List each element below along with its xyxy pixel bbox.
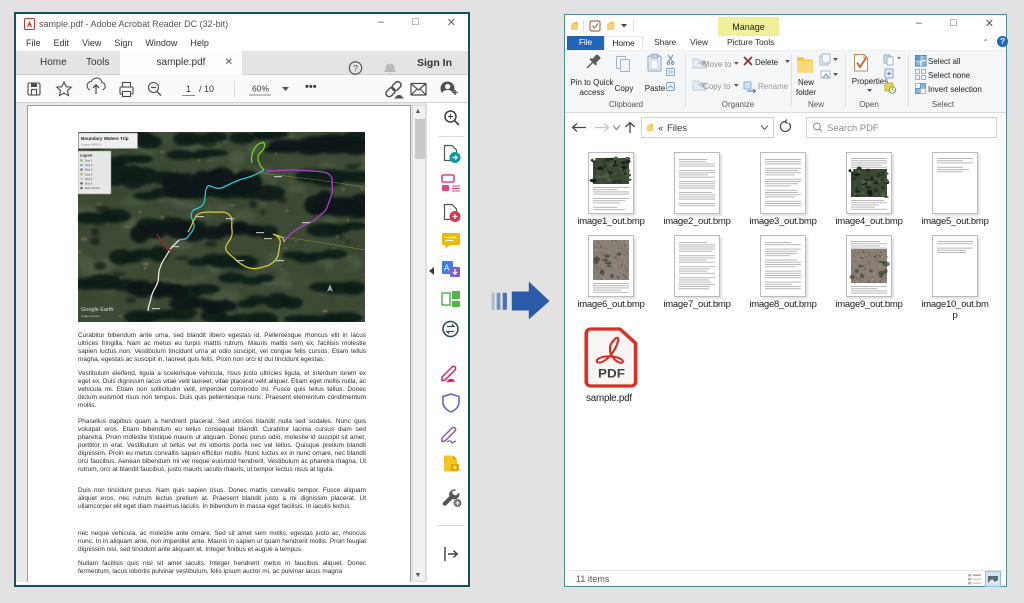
svg-text:Boundary Waters Trip: Boundary Waters Trip — [81, 136, 129, 141]
svg-text:?: ? — [353, 64, 358, 74]
svg-text:Legend: Legend — [80, 154, 92, 158]
svg-text:Properties: Properties — [852, 77, 888, 86]
svg-text:1: 1 — [186, 84, 191, 94]
svg-text:New: New — [798, 78, 814, 87]
svg-text:Move to: Move to — [703, 60, 732, 69]
svg-text:Google Earth: Google Earth — [81, 307, 113, 313]
svg-text:Dam Portch: Dam Portch — [85, 186, 100, 190]
svg-text:access: access — [580, 88, 605, 97]
svg-text:Day 4: Day 4 — [85, 172, 93, 176]
svg-text:PDF: PDF — [598, 366, 625, 380]
svg-text:Copy to: Copy to — [703, 82, 731, 91]
svg-text:Select all: Select all — [928, 57, 961, 66]
svg-text:/ 10: / 10 — [199, 84, 214, 94]
svg-text:Day 3: Day 3 — [85, 168, 93, 172]
svg-text:Open: Open — [859, 100, 879, 109]
svg-text:«: « — [658, 123, 663, 134]
svg-text:9 days +BWCA: 9 days +BWCA — [81, 143, 101, 147]
svg-text:Paste: Paste — [645, 84, 666, 93]
svg-text:A: A — [444, 264, 450, 273]
svg-text:Files: Files — [667, 123, 687, 134]
svg-text:Rename: Rename — [758, 82, 789, 91]
svg-text:Select: Select — [932, 100, 955, 109]
svg-text:Select none: Select none — [928, 71, 971, 80]
svg-text:Organize: Organize — [722, 100, 755, 109]
svg-text:•••: ••• — [305, 81, 317, 93]
svg-text:60%: 60% — [252, 84, 269, 94]
svg-text:Day 1: Day 1 — [85, 159, 93, 163]
svg-text:Day 5: Day 5 — [85, 177, 93, 181]
svg-text:Invert selection: Invert selection — [928, 85, 982, 94]
svg-text:Pin to Quick: Pin to Quick — [570, 78, 614, 87]
svg-text:Image Landsat: Image Landsat — [81, 314, 100, 318]
svg-text:Day 6: Day 6 — [85, 182, 93, 186]
svg-text:Copy: Copy — [615, 84, 634, 93]
svg-text:New: New — [808, 100, 824, 109]
svg-text:Clipboard: Clipboard — [609, 100, 643, 109]
svg-text:Day 2: Day 2 — [85, 163, 93, 167]
svg-text:Delete: Delete — [755, 58, 779, 67]
svg-text:folder: folder — [796, 88, 816, 97]
svg-text:Search PDF: Search PDF — [827, 123, 879, 134]
